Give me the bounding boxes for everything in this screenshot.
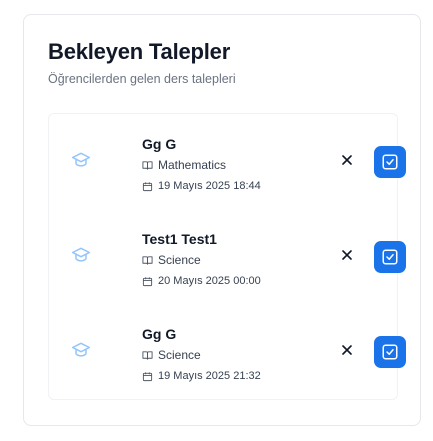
book-icon xyxy=(142,160,153,170)
approve-button[interactable] xyxy=(374,336,406,368)
graduation-cap-icon xyxy=(71,150,91,170)
subject-line: Science xyxy=(142,253,201,267)
student-name: Gg G xyxy=(142,136,177,152)
check-icon xyxy=(382,249,398,265)
request-list: Gg G Mathematics 19 Mayıs 2025 18:44 Tes… xyxy=(48,113,406,400)
book-icon xyxy=(142,350,153,360)
date-line: 20 Mayıs 2025 00:00 xyxy=(142,275,261,287)
date-label: 19 Mayıs 2025 18:44 xyxy=(158,180,261,192)
close-icon xyxy=(342,345,352,355)
reject-button[interactable] xyxy=(339,342,355,358)
date-line: 19 Mayıs 2025 21:32 xyxy=(142,370,261,382)
request-row: Gg G Science 19 Mayıs 2025 21:32 xyxy=(49,304,406,399)
check-icon xyxy=(382,344,398,360)
subject-label: Science xyxy=(158,348,201,362)
subject-label: Mathematics xyxy=(158,158,227,172)
calendar-icon xyxy=(142,181,153,191)
student-name: Test1 Test1 xyxy=(142,231,217,247)
reject-button[interactable] xyxy=(339,247,355,263)
approve-button[interactable] xyxy=(374,146,406,178)
date-label: 20 Mayıs 2025 00:00 xyxy=(158,275,261,287)
check-icon xyxy=(382,154,398,170)
book-icon xyxy=(142,255,153,265)
close-icon xyxy=(342,250,352,260)
approve-button[interactable] xyxy=(374,241,406,273)
subject-line: Science xyxy=(142,348,201,362)
calendar-icon xyxy=(142,276,153,286)
pending-requests-card: Bekleyen Talepler Öğrencilerden gelen de… xyxy=(23,14,421,426)
subject-line: Mathematics xyxy=(142,158,226,172)
request-row: Gg G Mathematics 19 Mayıs 2025 18:44 xyxy=(49,114,406,209)
page-title: Bekleyen Talepler xyxy=(48,39,231,64)
date-line: 19 Mayıs 2025 18:44 xyxy=(142,180,261,192)
subject-label: Science xyxy=(158,253,201,267)
page-subtitle: Öğrencilerden gelen ders talepleri xyxy=(48,72,236,86)
date-label: 19 Mayıs 2025 21:32 xyxy=(158,370,261,382)
graduation-cap-icon xyxy=(71,340,91,360)
reject-button[interactable] xyxy=(339,152,355,168)
calendar-icon xyxy=(142,371,153,381)
close-icon xyxy=(342,155,352,165)
request-row: Test1 Test1 Science 20 Mayıs 2025 00:00 xyxy=(49,209,406,304)
graduation-cap-icon xyxy=(71,245,91,265)
student-name: Gg G xyxy=(142,326,177,342)
